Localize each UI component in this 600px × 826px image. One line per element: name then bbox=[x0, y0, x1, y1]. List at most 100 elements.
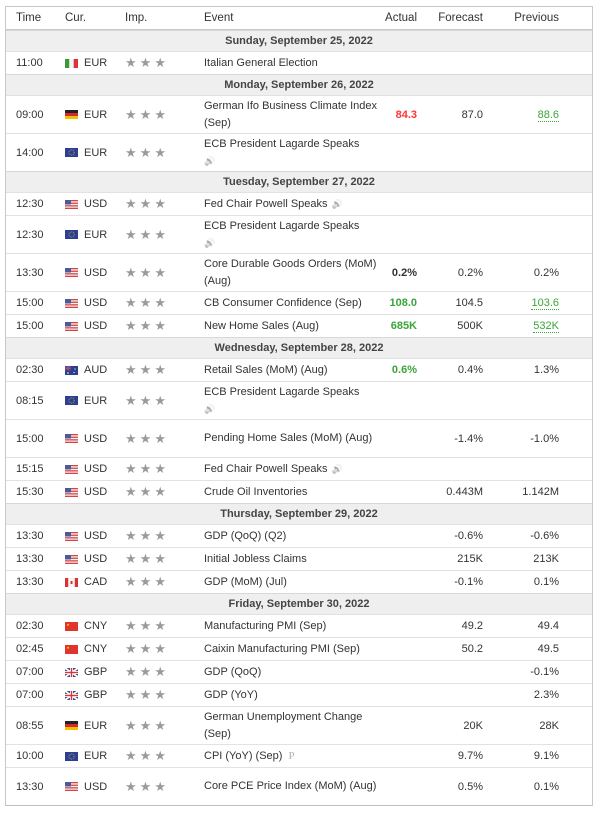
event-row[interactable]: 02:45 CNY ★ ★ ★ Caixin Manufacturing PMI (Sep… bbox=[6, 637, 592, 660]
event-name[interactable]: CB Consumer Confidence (Sep) bbox=[204, 297, 362, 309]
currency-code: USD bbox=[84, 320, 108, 332]
event-name[interactable]: ECB President Lagarde Speaks bbox=[204, 138, 359, 150]
event-name-cell[interactable]: German Unemployment Change (Sep) bbox=[204, 709, 382, 743]
event-name[interactable]: ECB President Lagarde Speaks bbox=[204, 220, 359, 232]
event-row[interactable]: 15:00 USD ★ ★ ★ New Home Sales (Aug) 685K 500K 5… bbox=[6, 314, 592, 337]
event-name[interactable]: German Unemployment Change (Sep) bbox=[204, 711, 362, 740]
event-row[interactable]: 02:30 AUD ★ ★ ★ Retail Sales (MoM) (Aug) 0.6% 0… bbox=[6, 358, 592, 381]
event-row[interactable]: 13:30 USD ★ ★ ★ GDP (QoQ) (Q2) -0.6% -0.6% bbox=[6, 524, 592, 547]
event-time: 08:15 bbox=[16, 394, 44, 407]
event-actual: 0.6% bbox=[391, 364, 417, 376]
star-icon: ★ bbox=[139, 392, 152, 408]
event-row[interactable]: 07:00 GBP ★ ★ ★ GDP (YoY) 2.3% bbox=[6, 683, 592, 706]
event-row[interactable]: 10:00 EUR ★ ★ ★ CPI (YoY) (Sep) P 9.7% 9.1% bbox=[6, 744, 592, 767]
eu-flag-icon bbox=[65, 148, 78, 157]
event-name-cell[interactable]: Initial Jobless Claims bbox=[204, 551, 382, 568]
event-name[interactable]: New Home Sales (Aug) bbox=[204, 320, 319, 332]
event-name-cell[interactable]: CB Consumer Confidence (Sep) bbox=[204, 295, 382, 312]
header-currency: Cur. bbox=[65, 12, 87, 24]
event-name[interactable]: GDP (QoQ) bbox=[204, 666, 261, 678]
event-name-cell[interactable]: Manufacturing PMI (Sep) bbox=[204, 618, 382, 635]
event-name-cell[interactable]: Italian General Election bbox=[204, 55, 382, 72]
star-icon: ★ bbox=[125, 641, 137, 656]
event-actual: 108.0 bbox=[389, 297, 417, 309]
event-name[interactable]: Fed Chair Powell Speaks bbox=[204, 198, 328, 210]
event-name[interactable]: Retail Sales (MoM) (Aug) bbox=[204, 364, 327, 376]
event-name[interactable]: Pending Home Sales (MoM) (Aug) bbox=[204, 432, 372, 444]
event-row[interactable]: 12:30 EUR ★ ★ ★ ECB President Lagarde Speaks 🔊 bbox=[6, 215, 592, 253]
event-name-cell[interactable]: CPI (YoY) (Sep) P bbox=[204, 748, 382, 765]
event-row[interactable]: 13:30 USD ★ ★ ★ Initial Jobless Claims 215K 213… bbox=[6, 547, 592, 570]
event-name[interactable]: Core PCE Price Index (MoM) (Aug) bbox=[204, 780, 376, 792]
event-name-cell[interactable]: Fed Chair Powell Speaks 🔊 bbox=[204, 196, 382, 213]
event-name[interactable]: GDP (QoQ) (Q2) bbox=[204, 530, 286, 542]
star-icon: ★ bbox=[139, 618, 152, 633]
event-name[interactable]: GDP (MoM) (Jul) bbox=[204, 576, 287, 588]
star-icon: ★ bbox=[125, 106, 137, 122]
event-row[interactable]: 13:30 CAD ★ ★ ★ GDP (MoM) (Jul) -0.1% 0.1% bbox=[6, 570, 592, 593]
previous-value[interactable]: 88.6 bbox=[537, 108, 559, 122]
event-name-cell[interactable]: GDP (QoQ) (Q2) bbox=[204, 528, 382, 545]
event-name[interactable]: Crude Oil Inventories bbox=[204, 486, 307, 498]
event-name-cell[interactable]: Fed Chair Powell Speaks 🔊 bbox=[204, 461, 382, 478]
event-time: 14:00 bbox=[16, 146, 44, 159]
currency-code: EUR bbox=[84, 394, 108, 407]
event-name-cell[interactable]: ECB President Lagarde Speaks 🔊 bbox=[204, 384, 382, 418]
event-row[interactable]: 13:30 USD ★ ★ ★ Core Durable Goods Orders (Mo… bbox=[6, 253, 592, 291]
event-row[interactable]: 08:15 EUR ★ ★ ★ ECB President Lagarde Speaks 🔊 bbox=[6, 381, 592, 419]
event-row[interactable]: 15:00 USD ★ ★ ★ CB Consumer Confidence (Sep) 1… bbox=[6, 291, 592, 314]
event-row[interactable]: 07:00 GBP ★ ★ ★ GDP (QoQ) -0.1% bbox=[6, 660, 592, 683]
event-name-cell[interactable]: Pending Home Sales (MoM) (Aug) bbox=[204, 430, 382, 447]
event-name-cell[interactable]: Retail Sales (MoM) (Aug) bbox=[204, 362, 382, 379]
event-name-cell[interactable]: GDP (YoY) bbox=[204, 687, 382, 704]
event-name[interactable]: ECB President Lagarde Speaks bbox=[204, 386, 359, 398]
previous-value[interactable]: 532K bbox=[533, 320, 559, 333]
event-name[interactable]: Core Durable Goods Orders (MoM) (Aug) bbox=[204, 258, 376, 287]
event-name[interactable]: Manufacturing PMI (Sep) bbox=[204, 620, 326, 632]
event-name[interactable]: Caixin Manufacturing PMI (Sep) bbox=[204, 643, 360, 655]
event-name-cell[interactable]: ECB President Lagarde Speaks 🔊 bbox=[204, 218, 382, 252]
event-row[interactable]: 15:15 USD ★ ★ ★ Fed Chair Powell Speaks 🔊 bbox=[6, 457, 592, 480]
event-forecast: 0.4% bbox=[457, 364, 483, 376]
event-row[interactable]: 13:30 USD ★ ★ ★ Core PCE Price Index (MoM) (A… bbox=[6, 767, 592, 805]
event-name[interactable]: Initial Jobless Claims bbox=[204, 553, 307, 565]
previous-value: 1.3% bbox=[533, 364, 559, 376]
event-currency: USD bbox=[65, 530, 125, 542]
event-name[interactable]: Fed Chair Powell Speaks bbox=[204, 463, 328, 475]
event-name-cell[interactable]: New Home Sales (Aug) bbox=[204, 318, 382, 335]
event-row[interactable]: 15:30 USD ★ ★ ★ Crude Oil Inventories 0.443M 1.… bbox=[6, 480, 592, 503]
event-name-cell[interactable]: Core PCE Price Index (MoM) (Aug) bbox=[204, 778, 382, 795]
event-name[interactable]: GDP (YoY) bbox=[204, 689, 258, 701]
event-row[interactable]: 15:00 USD ★ ★ ★ Pending Home Sales (MoM) (Aug… bbox=[6, 419, 592, 457]
event-name-cell[interactable]: GDP (QoQ) bbox=[204, 664, 382, 681]
event-name-cell[interactable]: ECB President Lagarde Speaks 🔊 bbox=[204, 136, 382, 170]
event-name[interactable]: CPI (YoY) (Sep) bbox=[204, 750, 282, 762]
importance-stars: ★ ★ ★ bbox=[125, 265, 204, 281]
event-name-cell[interactable]: Caixin Manufacturing PMI (Sep) bbox=[204, 641, 382, 658]
event-name-cell[interactable]: Core Durable Goods Orders (MoM) (Aug) bbox=[204, 256, 382, 290]
event-name-cell[interactable]: Crude Oil Inventories bbox=[204, 484, 382, 501]
event-currency: EUR bbox=[65, 57, 125, 69]
currency-code: USD bbox=[84, 486, 108, 498]
event-name-cell[interactable]: GDP (MoM) (Jul) bbox=[204, 574, 382, 591]
event-row[interactable]: 14:00 EUR ★ ★ ★ ECB President Lagarde Speaks 🔊 bbox=[6, 133, 592, 171]
event-time: 10:00 bbox=[16, 750, 44, 762]
star-icon: ★ bbox=[125, 318, 137, 333]
usa-flag-icon bbox=[65, 321, 78, 331]
event-name[interactable]: Italian General Election bbox=[204, 57, 318, 69]
header-time: Time bbox=[16, 12, 42, 24]
event-row[interactable]: 09:00 EUR ★ ★ ★ German Ifo Business Climate I… bbox=[6, 95, 592, 133]
star-icon: ★ bbox=[125, 55, 137, 70]
event-name[interactable]: German Ifo Business Climate Index (Sep) bbox=[204, 100, 377, 129]
previous-value[interactable]: 103.6 bbox=[531, 297, 559, 310]
event-row[interactable]: 02:30 CNY ★ ★ ★ Manufacturing PMI (Sep) 49.2 49… bbox=[6, 614, 592, 637]
event-row[interactable]: 12:30 USD ★ ★ ★ Fed Chair Powell Speaks 🔊 bbox=[6, 192, 592, 215]
event-row[interactable]: 11:00 EUR ★ ★ ★ Italian General Election bbox=[6, 51, 592, 74]
event-name-cell[interactable]: German Ifo Business Climate Index (Sep) bbox=[204, 98, 382, 132]
event-row[interactable]: 08:55 EUR ★ ★ ★ German Unemployment Change (S… bbox=[6, 706, 592, 744]
importance-stars: ★ ★ ★ bbox=[125, 55, 204, 71]
event-time: 08:55 bbox=[16, 719, 44, 732]
event-previous: 0.2% bbox=[483, 267, 559, 279]
previous-value: 9.1% bbox=[533, 750, 559, 762]
currency-code: USD bbox=[84, 780, 108, 793]
